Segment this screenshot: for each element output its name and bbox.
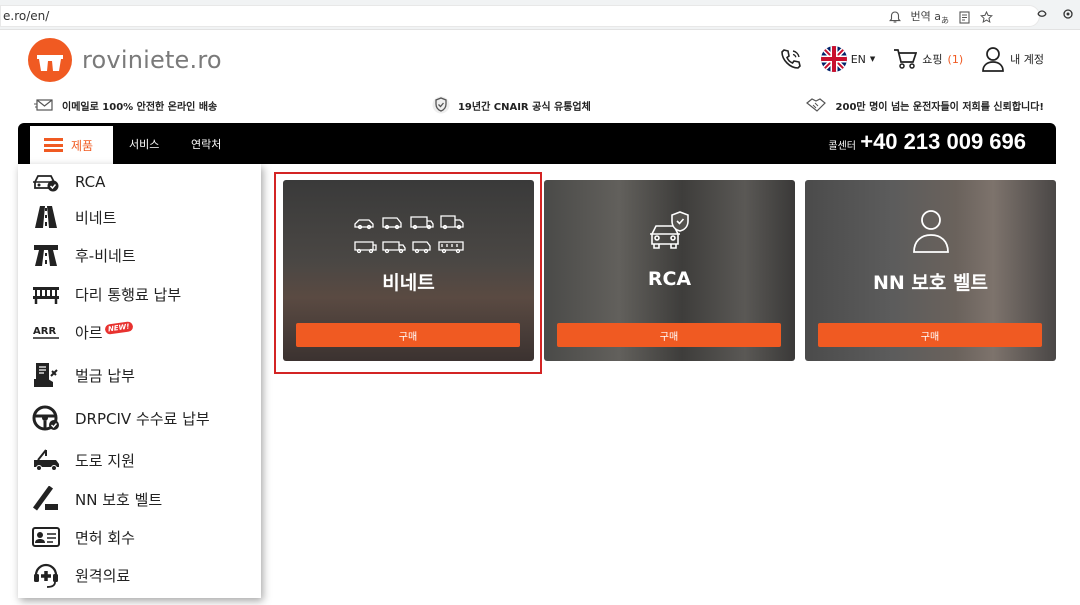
card-title-nn-belt: NN 보호 벨트 xyxy=(873,272,988,294)
dropdown-label-arr: 아르 xyxy=(75,323,103,342)
dropdown-item-bridge-toll[interactable]: 다리 통행료 납부 xyxy=(32,279,181,309)
bridge-icon xyxy=(32,280,60,308)
handshake-icon xyxy=(805,98,826,112)
reader-mode-icon[interactable] xyxy=(959,10,970,24)
translate-icon: aあ xyxy=(934,9,949,26)
cart-label: 쇼핑 xyxy=(922,53,943,66)
vehicles-icon xyxy=(353,215,464,254)
language-selector[interactable]: EN ▼ xyxy=(820,46,876,72)
strip-item-trust: 200만 명이 넘는 운전자들이 저희를 신뢰합니다! xyxy=(805,94,1044,116)
nav-link-services[interactable]: 서비스 xyxy=(129,136,159,152)
products-dropdown: RCA 비네트 후-비네트 다리 통행료 납부 ARR 아르 NEW! 벌금 납… xyxy=(18,164,261,598)
header-actions: EN ▼ 쇼핑 (1) 내 계정 xyxy=(779,46,1044,72)
dropdown-label-license-recovery: 면허 회수 xyxy=(75,528,135,547)
product-card-nn-belt[interactable]: NN 보호 벨트 구매 xyxy=(805,180,1056,361)
translate-label: 번역 xyxy=(910,9,931,23)
arr-icon: ARR xyxy=(32,318,60,346)
account-button[interactable]: 내 계정 xyxy=(981,46,1044,72)
buy-button-rca[interactable]: 구매 xyxy=(557,323,781,347)
dropdown-label-telemedicine: 원격의료 xyxy=(75,566,131,585)
main-navigation: 제품 서비스 연락처 콜센터 +40 213 009 696 xyxy=(18,123,1056,164)
trust-strip: 이메일로 100% 안전한 온라인 배송 19년간 CNAIR 공식 유통업체 … xyxy=(34,94,1044,116)
hamburger-menu-icon xyxy=(44,138,63,152)
dropdown-label-fines: 벌금 납부 xyxy=(75,366,135,385)
logo-road-icon xyxy=(28,38,72,82)
dropdown-label-rca: RCA xyxy=(75,173,106,191)
strip-text-trust: 200만 명이 넘는 운전자들이 저희를 신뢰합니다! xyxy=(835,101,1044,113)
dropdown-label-post-vignette: 후-비네트 xyxy=(75,246,136,265)
highway-icon xyxy=(32,241,60,269)
bell-icon[interactable] xyxy=(888,10,901,24)
dropdown-item-vignette[interactable]: 비네트 xyxy=(32,202,116,232)
buy-button-vignette[interactable]: 구매 xyxy=(296,323,520,347)
nav-products-menu[interactable]: 제품 xyxy=(30,126,113,164)
translate-button[interactable]: 번역 aあ xyxy=(911,8,950,26)
dropdown-item-fines[interactable]: 벌금 납부 xyxy=(32,360,135,390)
extensions-area xyxy=(1036,8,1074,20)
svg-text:ARR: ARR xyxy=(33,326,56,337)
dropdown-item-nn-belt[interactable]: NN 보호 벨트 xyxy=(32,484,162,514)
product-card-vignette[interactable]: 비네트 구매 xyxy=(283,180,534,361)
nav-products-label: 제품 xyxy=(71,138,94,153)
card-title-rca: RCA xyxy=(647,268,692,290)
nav-link-contact[interactable]: 연락처 xyxy=(191,136,221,152)
buy-button-nn-belt[interactable]: 구매 xyxy=(818,323,1042,347)
uk-flag-icon xyxy=(820,46,847,72)
user-icon xyxy=(982,47,1004,72)
cart-count: (1) xyxy=(947,52,964,66)
address-bar[interactable]: e.ro/en/ 번역 aあ xyxy=(0,5,1040,27)
strip-item-official: 19년간 CNAIR 공식 유통업체 xyxy=(432,94,591,116)
card-title-vignette: 비네트 xyxy=(382,272,435,294)
url-text: e.ro/en/ xyxy=(3,9,50,23)
dropdown-item-telemedicine[interactable]: 원격의료 xyxy=(32,560,130,590)
dropdown-label-nn-belt: NN 보호 벨트 xyxy=(75,490,163,509)
tow-truck-icon xyxy=(32,446,60,474)
address-bar-actions: 번역 aあ xyxy=(888,8,994,26)
person-icon xyxy=(912,210,949,253)
dropdown-item-arr[interactable]: ARR 아르 NEW! xyxy=(32,317,133,347)
dropdown-item-road-assistance[interactable]: 도로 지원 xyxy=(32,445,135,475)
phone-icon[interactable] xyxy=(779,47,803,71)
browser-toolbar: e.ro/en/ 번역 aあ xyxy=(0,0,1080,30)
car-check-icon xyxy=(32,168,60,196)
logo-text: roviniete.ro xyxy=(82,46,222,74)
cart-icon xyxy=(894,49,918,69)
strip-text-official: 19년간 CNAIR 공식 유통업체 xyxy=(457,101,591,113)
dropdown-label-bridge-toll: 다리 통행료 납부 xyxy=(75,285,182,304)
road-icon xyxy=(32,203,60,231)
telemedicine-icon xyxy=(32,561,60,589)
car-shield-icon xyxy=(649,211,689,249)
dropdown-item-post-vignette[interactable]: 후-비네트 xyxy=(32,240,136,270)
product-card-rca[interactable]: RCA 구매 xyxy=(544,180,795,361)
seatbelt-icon xyxy=(32,485,60,513)
shield-check-icon xyxy=(432,96,450,114)
new-badge: NEW! xyxy=(104,321,133,335)
language-code: EN xyxy=(850,52,866,66)
callcenter-label: 콜센터 xyxy=(828,141,856,152)
dropdown-item-drpciv[interactable]: DRPCIV 수수료 납부 xyxy=(32,403,210,433)
dropdown-label-road-assistance: 도로 지원 xyxy=(75,451,135,470)
chevron-down-icon: ▼ xyxy=(869,55,876,63)
extension-icon[interactable] xyxy=(1036,8,1048,20)
dropdown-label-drpciv: DRPCIV 수수료 납부 xyxy=(75,409,210,428)
license-card-icon xyxy=(32,523,60,551)
account-label: 내 계정 xyxy=(1010,53,1044,66)
dropdown-item-rca[interactable]: RCA xyxy=(32,167,105,197)
strip-text-delivery: 이메일로 100% 안전한 온라인 배송 xyxy=(62,101,218,113)
dropdown-item-license-recovery[interactable]: 면허 회수 xyxy=(32,522,135,552)
email-delivery-icon xyxy=(34,99,53,111)
strip-item-delivery: 이메일로 100% 안전한 온라인 배송 xyxy=(34,94,217,116)
fine-icon xyxy=(32,361,60,389)
star-icon[interactable] xyxy=(980,10,993,24)
phone-number[interactable]: +40 213 009 696 xyxy=(860,129,1026,155)
site-logo[interactable]: roviniete.ro xyxy=(28,38,222,82)
steering-wheel-icon xyxy=(32,404,60,432)
cart-button[interactable]: 쇼핑 (1) xyxy=(893,48,963,70)
settings-icon[interactable] xyxy=(1062,8,1074,20)
dropdown-label-vignette: 비네트 xyxy=(75,208,117,227)
